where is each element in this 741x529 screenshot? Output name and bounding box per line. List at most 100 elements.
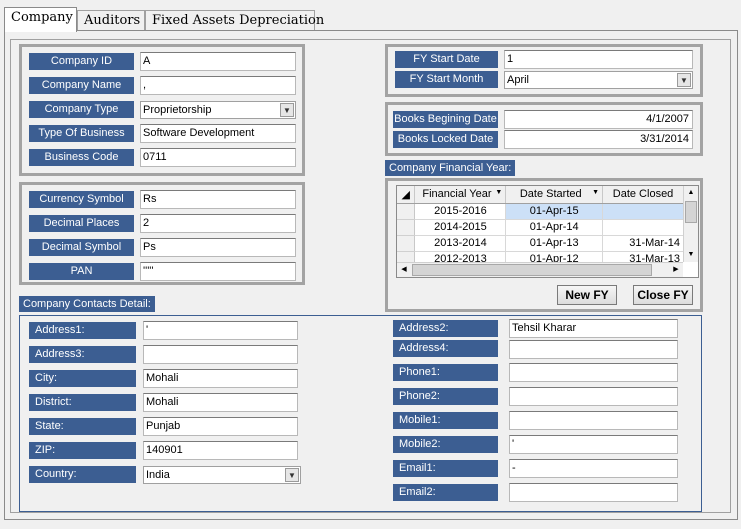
fy-start-month-select[interactable]: April ▼ — [504, 71, 693, 89]
tab-company[interactable]: Company — [4, 7, 77, 32]
grid-cell[interactable]: 01-Apr-12 — [505, 251, 604, 262]
close-fy-button[interactable]: Close FY — [633, 285, 693, 305]
company-type-label: Company Type — [29, 101, 134, 118]
city-field[interactable]: Mohali — [143, 369, 298, 388]
city-label: City: — [29, 370, 136, 387]
address2-field[interactable]: Tehsil Kharar — [509, 319, 678, 338]
grid-header-label: Date Closed — [612, 188, 674, 201]
table-row[interactable]: 2014-2015 01-Apr-14 — [397, 219, 684, 236]
tab-auditors[interactable]: Auditors — [77, 10, 145, 31]
fy-start-date-label: FY Start Date — [395, 51, 498, 68]
grid-cell[interactable]: 01-Apr-13 — [505, 235, 604, 252]
chevron-down-icon[interactable]: ▼ — [280, 103, 294, 117]
decimal-places-label: Decimal Places — [29, 215, 134, 232]
grid-viewport: ◢ Financial Year ▼ Date Started ▼ Date Clo… — [397, 186, 684, 262]
scrollbar-thumb[interactable] — [685, 201, 697, 223]
grid-cell[interactable]: 01-Apr-14 — [505, 219, 604, 236]
email2-label: Email2: — [393, 484, 498, 501]
books-locked-date-label: Books Locked Date — [393, 131, 498, 148]
scroll-up-icon[interactable]: ▲ — [684, 186, 698, 200]
address3-field[interactable] — [143, 345, 298, 364]
decimal-places-field[interactable]: 2 — [140, 214, 296, 233]
district-label: District: — [29, 394, 136, 411]
pan-field[interactable]: ''''' — [140, 262, 296, 281]
mobile2-field[interactable]: ' — [509, 435, 678, 454]
business-code-field[interactable]: 0711 — [140, 148, 296, 167]
email2-field[interactable] — [509, 483, 678, 502]
grid-header-date-started[interactable]: Date Started ▼ — [505, 186, 604, 204]
dropdown-arrow-icon[interactable]: ▼ — [495, 189, 502, 196]
horizontal-scrollbar[interactable]: ◀ ▶ — [397, 262, 683, 277]
company-name-label: Company Name — [29, 77, 134, 94]
company-type-value: Proprietorship — [143, 104, 212, 116]
grid-header-date-closed[interactable]: Date Closed — [602, 186, 684, 204]
email1-label: Email1: — [393, 460, 498, 477]
table-row[interactable]: 2013-2014 01-Apr-13 31-Mar-14 — [397, 235, 684, 252]
company-name-field[interactable]: , — [140, 76, 296, 95]
type-of-business-label: Type Of Business — [29, 125, 134, 142]
grid-cell[interactable] — [602, 203, 684, 220]
grid-header-label: Date Started — [519, 188, 582, 201]
state-field[interactable]: Punjab — [143, 417, 298, 436]
phone2-label: Phone2: — [393, 388, 498, 405]
row-selector[interactable] — [397, 251, 416, 262]
zip-field[interactable]: 140901 — [143, 441, 298, 460]
district-field[interactable]: Mohali — [143, 393, 298, 412]
phone1-field[interactable] — [509, 363, 678, 382]
dropdown-arrow-icon[interactable]: ▼ — [592, 189, 599, 196]
fy-start-date-field[interactable]: 1 — [504, 50, 693, 69]
mobile1-field[interactable] — [509, 411, 678, 430]
row-selector[interactable] — [397, 203, 416, 220]
zip-label: ZIP: — [29, 442, 136, 459]
company-type-select[interactable]: Proprietorship ▼ — [140, 101, 296, 119]
country-label: Country: — [29, 466, 136, 483]
financial-year-grid[interactable]: ◢ Financial Year ▼ Date Started ▼ Date Clo… — [396, 185, 699, 278]
new-fy-button[interactable]: New FY — [557, 285, 617, 305]
grid-cell-selected[interactable]: 01-Apr-15 — [505, 203, 604, 220]
financial-year-table: ◢ Financial Year ▼ Date Started ▼ Date Clo… — [397, 186, 684, 262]
country-select[interactable]: India ▼ — [143, 466, 301, 484]
grid-header-financial-year[interactable]: Financial Year ▼ — [414, 186, 507, 204]
phone1-label: Phone1: — [393, 364, 498, 381]
decimal-symbol-field[interactable]: Ps — [140, 238, 296, 257]
row-selector[interactable] — [397, 235, 416, 252]
scrollbar-thumb[interactable] — [412, 264, 652, 276]
row-selector[interactable] — [397, 219, 416, 236]
grid-cell[interactable]: 2014-2015 — [414, 219, 507, 236]
phone2-field[interactable] — [509, 387, 678, 406]
table-row[interactable]: 2012-2013 01-Apr-12 31-Mar-13 — [397, 251, 684, 262]
grid-cell[interactable]: 2015-2016 — [414, 203, 507, 220]
books-begining-date-label: Books Begining Date — [393, 111, 498, 128]
scroll-right-icon[interactable]: ▶ — [669, 263, 683, 277]
grid-cell[interactable]: 31-Mar-13 — [602, 251, 684, 262]
scroll-down-icon[interactable]: ▼ — [684, 248, 698, 262]
contacts-caption: Company Contacts Detail: — [19, 296, 155, 312]
decimal-symbol-label: Decimal Symbol — [29, 239, 134, 256]
address2-label: Address2: — [393, 320, 498, 337]
scroll-left-icon[interactable]: ◀ — [397, 263, 411, 277]
grid-cell[interactable]: 2012-2013 — [414, 251, 507, 262]
address1-field[interactable]: ' — [143, 321, 298, 340]
chevron-down-icon[interactable]: ▼ — [677, 73, 691, 87]
email1-field[interactable]: - — [509, 459, 678, 478]
currency-symbol-field[interactable]: Rs — [140, 190, 296, 209]
state-label: State: — [29, 418, 136, 435]
vertical-scrollbar[interactable]: ▲ ▼ — [683, 186, 698, 262]
pan-label: PAN — [29, 263, 134, 280]
country-value: India — [146, 469, 170, 481]
books-locked-date-field[interactable]: 3/31/2014 — [504, 130, 693, 149]
table-row[interactable]: 2015-2016 01-Apr-15 — [397, 203, 684, 220]
address4-field[interactable] — [509, 340, 678, 359]
grid-cell[interactable] — [602, 219, 684, 236]
mobile1-label: Mobile1: — [393, 412, 498, 429]
books-begining-date-field[interactable]: 4/1/2007 — [504, 110, 693, 129]
chevron-down-icon[interactable]: ▼ — [285, 468, 299, 482]
fy-start-month-label: FY Start Month — [395, 71, 498, 88]
grid-cell[interactable]: 31-Mar-14 — [602, 235, 684, 252]
company-id-field[interactable]: A — [140, 52, 296, 71]
grid-cell[interactable]: 2013-2014 — [414, 235, 507, 252]
tab-fixed-assets-depreciation[interactable]: Fixed Assets Depreciation — [145, 10, 324, 31]
company-id-label: Company ID — [29, 53, 134, 70]
type-of-business-field[interactable]: Software Development — [140, 124, 296, 143]
fy-start-month-value: April — [507, 74, 530, 86]
